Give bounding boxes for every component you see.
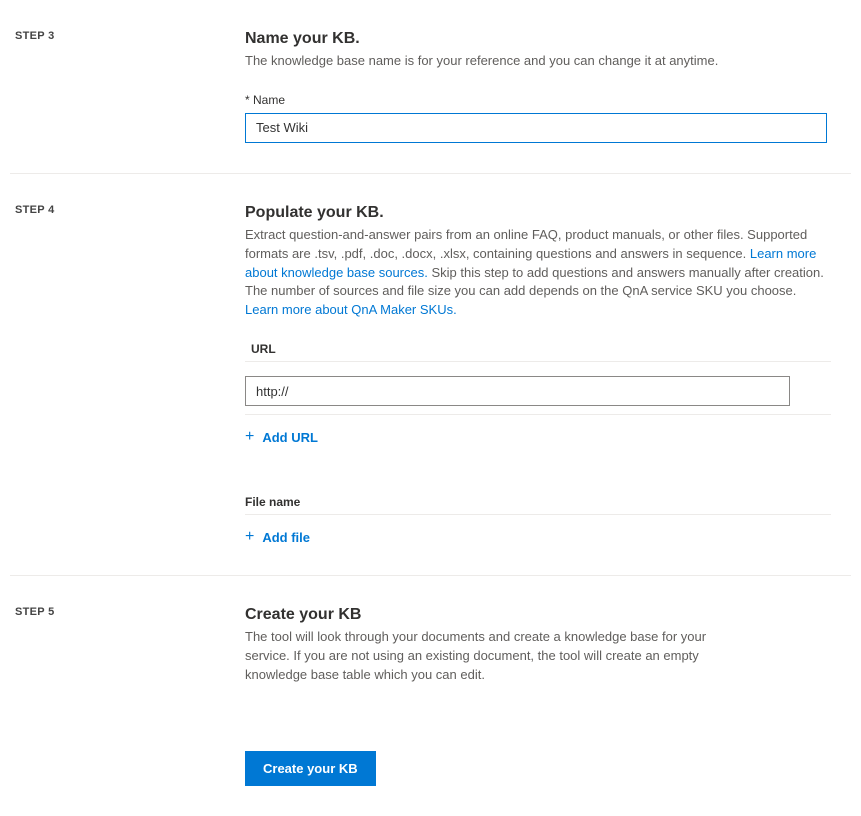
plus-icon: +	[245, 429, 254, 445]
step-label-col: STEP 5	[10, 606, 245, 786]
step-3-content: Name your KB. The knowledge base name is…	[245, 30, 851, 143]
step-4: STEP 4 Populate your KB. Extract questio…	[0, 174, 861, 575]
step-4-desc: Extract question-and-answer pairs from a…	[245, 226, 831, 320]
step-label-col: STEP 3	[10, 30, 245, 143]
step-3-label: STEP 3	[15, 30, 245, 42]
step-5-content: Create your KB The tool will look throug…	[245, 606, 851, 786]
step-3: STEP 3 Name your KB. The knowledge base …	[0, 0, 861, 173]
add-url-label: Add URL	[262, 430, 318, 445]
step-5-title: Create your KB	[245, 606, 831, 624]
kb-name-input[interactable]	[245, 113, 827, 143]
step-3-desc: The knowledge base name is for your refe…	[245, 52, 831, 71]
name-field-label: * Name	[245, 93, 831, 107]
step-4-title: Populate your KB.	[245, 204, 831, 222]
sub-divider	[245, 361, 831, 362]
qna-skus-link[interactable]: Learn more about QnA Maker SKUs.	[245, 302, 457, 317]
url-section-label: URL	[245, 342, 831, 356]
file-section-label: File name	[245, 495, 831, 509]
sub-divider	[245, 514, 831, 515]
step-4-content: Populate your KB. Extract question-and-a…	[245, 204, 851, 545]
create-button-wrap: Create your KB	[245, 751, 831, 786]
step-label-col: STEP 4	[10, 204, 245, 545]
add-url-button[interactable]: + Add URL	[245, 429, 318, 445]
step-4-desc-part1: Extract question-and-answer pairs from a…	[245, 227, 807, 261]
file-section: File name + Add file	[245, 495, 831, 545]
step-5-label: STEP 5	[15, 606, 245, 618]
step-3-title: Name your KB.	[245, 30, 831, 48]
plus-icon: +	[245, 529, 254, 545]
step-5: STEP 5 Create your KB The tool will look…	[0, 576, 861, 816]
url-input[interactable]	[245, 376, 790, 406]
sub-divider	[245, 414, 831, 415]
create-kb-button[interactable]: Create your KB	[245, 751, 376, 786]
add-file-button[interactable]: + Add file	[245, 529, 310, 545]
url-section: URL + Add URL	[245, 342, 831, 445]
step-4-label: STEP 4	[15, 204, 245, 216]
add-file-label: Add file	[262, 530, 310, 545]
step-5-desc: The tool will look through your document…	[245, 628, 745, 685]
